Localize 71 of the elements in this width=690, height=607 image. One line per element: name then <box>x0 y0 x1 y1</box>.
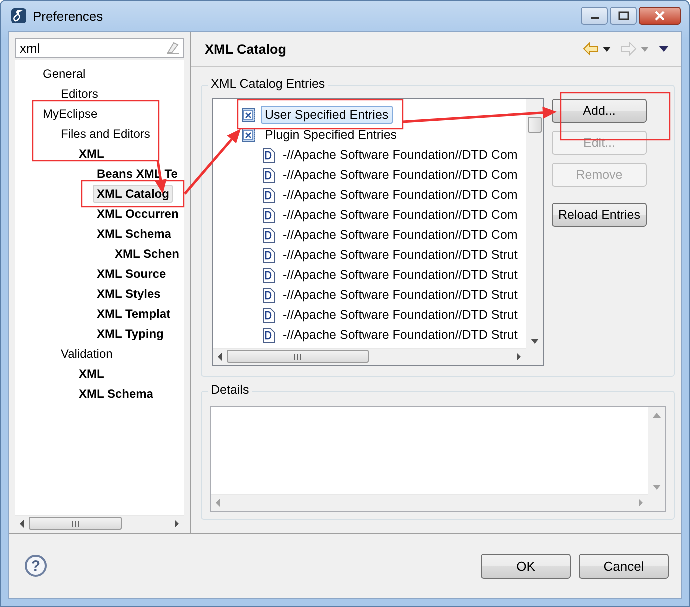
document-icon <box>263 328 275 342</box>
dialog-button[interactable]: OK <box>481 554 571 578</box>
close-button[interactable] <box>639 7 681 25</box>
tree-item[interactable]: Validation <box>57 345 117 363</box>
help-button[interactable]: ? <box>25 555 47 577</box>
minimize-button[interactable] <box>581 7 608 25</box>
app-icon <box>11 8 27 24</box>
entry-item[interactable]: -//Apache Software Foundation//DTD Com <box>279 206 522 224</box>
tree-item[interactable]: Editors <box>57 85 102 103</box>
window-title: Preferences <box>33 8 104 24</box>
scroll-right-icon[interactable] <box>514 352 524 362</box>
tree-item[interactable]: XML Catalog <box>93 185 174 203</box>
tree-item[interactable]: XML <box>75 365 108 383</box>
tree-item[interactable]: XML Occurren <box>93 205 183 223</box>
entry-item[interactable]: -//Apache Software Foundation//DTD Strut <box>279 266 522 284</box>
document-icon <box>263 308 275 322</box>
document-icon <box>263 288 275 302</box>
entry-item[interactable]: -//Apache Software Foundation//DTD Com <box>279 146 522 164</box>
menu-icon[interactable] <box>659 46 669 52</box>
group-label: XML Catalog Entries <box>208 77 328 91</box>
action-button[interactable]: Reload Entries <box>552 203 647 227</box>
tree-item[interactable]: XML Styles <box>93 285 165 303</box>
scroll-right-icon[interactable] <box>172 518 182 528</box>
dialog-button[interactable]: Cancel <box>579 554 669 578</box>
tree-item[interactable]: XML Schema <box>75 385 158 403</box>
horizontal-scrollbar[interactable] <box>213 348 526 364</box>
annotation-arrow <box>184 129 241 195</box>
dropdown-icon <box>641 46 649 52</box>
entry-item[interactable]: -//Apache Software Foundation//DTD Strut <box>279 286 522 304</box>
document-icon <box>263 248 275 262</box>
maximize-button[interactable] <box>610 7 637 25</box>
document-icon <box>263 228 275 242</box>
close-icon <box>654 11 666 21</box>
entry-item[interactable]: -//Apache Software Foundation//DTD Strut <box>279 326 522 344</box>
document-icon <box>263 168 275 182</box>
tree-item[interactable]: XML Source <box>93 265 170 283</box>
scroll-up-icon <box>652 413 660 418</box>
tree-item[interactable]: XML Typing <box>93 325 168 343</box>
entry-item[interactable]: -//Apache Software Foundation//DTD Strut <box>279 306 522 324</box>
tree-item[interactable]: Files and Editors <box>57 125 154 143</box>
entry-item[interactable]: Plugin Specified Entries <box>261 126 402 144</box>
entry-item[interactable]: -//Apache Software Foundation//DTD Com <box>279 166 522 184</box>
maximize-icon <box>618 11 630 21</box>
filter-field[interactable]: xml <box>15 38 184 58</box>
entry-item[interactable]: User Specified Entries <box>261 106 393 124</box>
scroll-right-icon <box>636 498 646 508</box>
tree-item[interactable]: General <box>39 65 90 83</box>
scroll-down-icon <box>652 485 660 490</box>
document-icon <box>263 268 275 282</box>
document-icon <box>263 148 275 162</box>
entry-item[interactable]: -//Apache Software Foundation//DTD Com <box>279 226 522 244</box>
tree-item[interactable]: XML Schema <box>93 225 176 243</box>
document-icon <box>263 208 275 222</box>
tree-item[interactable]: XML Schen <box>111 245 184 263</box>
group-label: Details <box>208 383 252 397</box>
entry-item[interactable]: -//Apache Software Foundation//DTD Com <box>279 186 522 204</box>
dropdown-icon[interactable] <box>603 46 611 52</box>
scroll-down-icon[interactable] <box>530 339 538 344</box>
tree-item[interactable]: MyEclipse <box>39 105 102 123</box>
grip-icon <box>294 354 302 360</box>
catalog-icon <box>241 127 257 143</box>
tree-item[interactable]: XML <box>75 145 108 163</box>
page-title: XML Catalog <box>205 42 288 56</box>
catalog-icon <box>241 107 257 123</box>
entry-item[interactable]: -//Apache Software Foundation//DTD Strut <box>279 246 522 264</box>
scroll-thumb[interactable] <box>528 117 542 133</box>
forward-arrow-icon <box>621 42 637 56</box>
grip-icon <box>72 520 80 526</box>
document-icon <box>263 188 275 202</box>
action-button[interactable]: Add... <box>552 99 647 123</box>
tree-item[interactable]: XML Templat <box>93 305 175 323</box>
